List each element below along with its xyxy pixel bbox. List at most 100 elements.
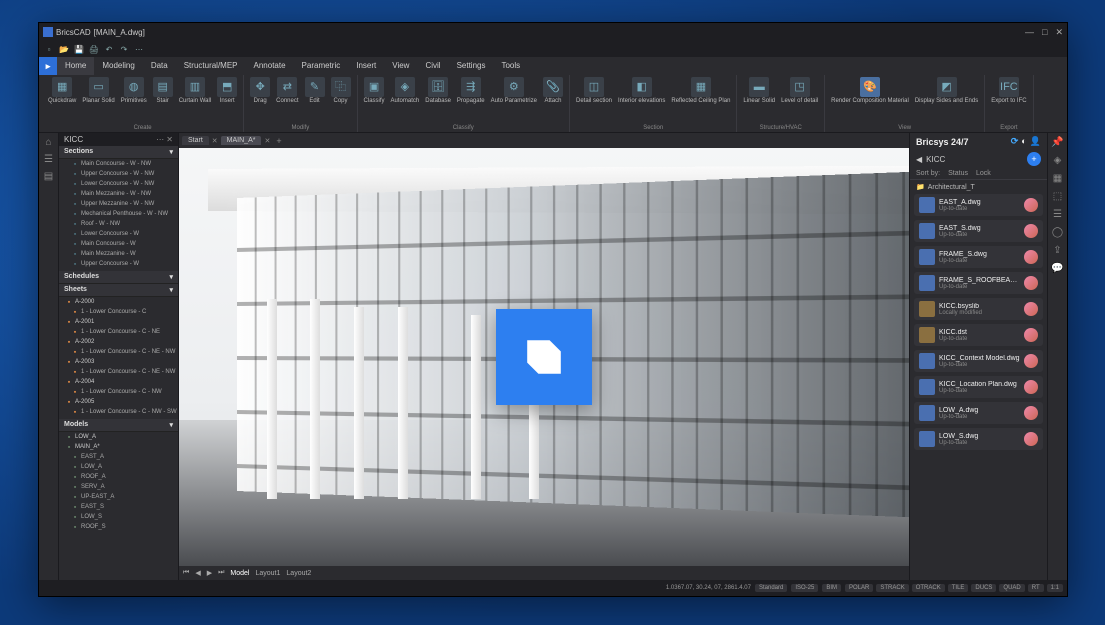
bulb-icon[interactable]: ◐: [1021, 136, 1026, 147]
ribbon-database[interactable]: 🗄Database: [423, 76, 453, 105]
toggle-polar[interactable]: POLAR: [845, 584, 873, 592]
rail-chat-icon[interactable]: 💬: [1051, 263, 1063, 274]
layout-tab-1[interactable]: Layout1: [255, 570, 280, 577]
ribbon-quickdraw[interactable]: ▦Quickdraw: [46, 76, 78, 105]
tree-item[interactable]: ▪A-2003: [59, 358, 178, 368]
rail-globe-icon[interactable]: ◯: [1052, 227, 1063, 238]
qat-undo-icon[interactable]: ↶: [103, 43, 115, 55]
menu-home[interactable]: Home: [57, 57, 94, 75]
tree-item[interactable]: ▪1 - Lower Concourse - C - NE - NW: [59, 348, 178, 358]
file-row[interactable]: KICC.dstUp-to-date: [914, 324, 1043, 346]
maximize-button[interactable]: □: [1042, 27, 1047, 38]
file-row[interactable]: LOW_S.dwgUp-to-date: [914, 428, 1043, 450]
ribbon-drag[interactable]: ✥Drag: [248, 76, 272, 105]
ribbon-auto-parametrize[interactable]: ⚙Auto Parametrize: [489, 76, 539, 105]
tree-item[interactable]: ▪A-2002: [59, 338, 178, 348]
qat-print-icon[interactable]: 🖨: [88, 43, 100, 55]
layers-icon[interactable]: ☰: [44, 154, 53, 165]
status-standard[interactable]: Standard: [755, 584, 787, 592]
ribbon-curtain-wall[interactable]: ▥Curtain Wall: [177, 76, 213, 105]
tree-item[interactable]: ▫Lower Concourse - W - NW: [59, 180, 178, 190]
app-logo-icon[interactable]: ▸: [39, 57, 57, 75]
tree-item[interactable]: ▪A-2004: [59, 378, 178, 388]
schedules-header[interactable]: Schedules▾: [59, 271, 178, 284]
toggle-rt[interactable]: RT: [1028, 584, 1044, 592]
tab-nav-last-icon[interactable]: ⏭: [218, 569, 224, 577]
models-header[interactable]: Models▾: [59, 419, 178, 432]
menu-modeling[interactable]: Modeling: [94, 57, 142, 75]
back-icon[interactable]: ◀: [916, 155, 922, 164]
sort-status[interactable]: Status: [948, 170, 968, 177]
tab-close-icon[interactable]: ✕: [264, 137, 270, 145]
menu-parametric[interactable]: Parametric: [294, 57, 349, 75]
file-row[interactable]: EAST_S.dwgUp-to-date: [914, 220, 1043, 242]
ribbon-level-of-detail[interactable]: ◳Level of detail: [779, 76, 820, 105]
tree-item[interactable]: ▫Main Concourse - W: [59, 240, 178, 250]
tree-item[interactable]: ▫Mechanical Penthouse - W - NW: [59, 210, 178, 220]
file-row[interactable]: FRAME_S.dwgUp-to-date: [914, 246, 1043, 268]
sort-lock[interactable]: Lock: [976, 170, 991, 177]
tree-item[interactable]: ▫Upper Mezzanine - W - NW: [59, 200, 178, 210]
menu-settings[interactable]: Settings: [449, 57, 494, 75]
tree-item[interactable]: ▫SERV_A: [59, 483, 178, 493]
tree-item[interactable]: ▫ROOF_A: [59, 473, 178, 483]
tree-item[interactable]: ▫Upper Concourse - W - NW: [59, 170, 178, 180]
panel-menu-icon[interactable]: ⋯ ✕: [156, 135, 173, 144]
folder-row[interactable]: 📁 Architectural_T: [910, 180, 1047, 194]
ribbon-insert[interactable]: ⬒Insert: [215, 76, 239, 105]
tab-nav-next-icon[interactable]: ▶: [207, 569, 212, 577]
status-bim[interactable]: BIM: [822, 584, 841, 592]
tree-item[interactable]: ▪A-2000: [59, 298, 178, 308]
tab-close-icon[interactable]: ✕: [212, 137, 218, 145]
toggle-otrack[interactable]: OTRACK: [912, 584, 945, 592]
tree-item[interactable]: ▫Upper Concourse - W: [59, 260, 178, 270]
tree-item[interactable]: ▫UP-EAST_A: [59, 493, 178, 503]
tree-item[interactable]: ▫Main Mezzanine - W: [59, 250, 178, 260]
add-button[interactable]: +: [1027, 152, 1041, 166]
tab-nav-first-icon[interactable]: ⏮: [183, 569, 189, 577]
ribbon-detail-section[interactable]: ◫Detail section: [574, 76, 614, 105]
qat-save-icon[interactable]: 💾: [73, 43, 85, 55]
rail-cube-icon[interactable]: ⬚: [1053, 191, 1062, 202]
properties-icon[interactable]: ▤: [44, 171, 53, 182]
menu-view[interactable]: View: [384, 57, 417, 75]
layout-tab-model[interactable]: Model: [230, 570, 249, 577]
ribbon-reflected-ceiling-plan[interactable]: ▦Reflected Ceiling Plan: [669, 76, 732, 105]
ribbon-primitives[interactable]: ◍Primitives: [119, 76, 149, 105]
layout-tab-2[interactable]: Layout2: [286, 570, 311, 577]
rail-layers-icon[interactable]: ☰: [1053, 209, 1062, 220]
tab-add-icon[interactable]: +: [273, 136, 284, 146]
tree-item[interactable]: ▫LOW_A: [59, 463, 178, 473]
sync-icon[interactable]: ⟳: [1011, 136, 1019, 147]
tree-item[interactable]: ▪1 - Lower Concourse - C - NW - SW: [59, 408, 178, 418]
file-row[interactable]: KICC.bsyslibLocally modified: [914, 298, 1043, 320]
tree-item[interactable]: ▫Main Mezzanine - W - NW: [59, 190, 178, 200]
ribbon-render-composition-material[interactable]: 🎨Render Composition Material: [829, 76, 911, 105]
qat-more-icon[interactable]: ⋯: [133, 43, 145, 55]
ribbon-edit[interactable]: ✎Edit: [303, 76, 327, 105]
toggle-quad[interactable]: QUAD: [999, 584, 1024, 592]
tree-item[interactable]: ▫Lower Concourse - W: [59, 230, 178, 240]
tree-item[interactable]: ▪1 - Lower Concourse - C - NE - NW: [59, 368, 178, 378]
sections-header[interactable]: Sections▾: [59, 146, 178, 159]
menu-civil[interactable]: Civil: [417, 57, 448, 75]
ribbon-copy[interactable]: ⿻Copy: [329, 76, 353, 105]
tab-nav-prev-icon[interactable]: ◀: [195, 569, 200, 577]
ribbon-stair[interactable]: ▤Stair: [151, 76, 175, 105]
tree-item[interactable]: ▫LOW_A: [59, 433, 178, 443]
user-icon[interactable]: 👤: [1030, 136, 1041, 147]
ribbon-display-sides-and-ends[interactable]: ◩Display Sides and Ends: [913, 76, 980, 105]
menu-data[interactable]: Data: [143, 57, 176, 75]
tree-item[interactable]: ▪1 - Lower Concourse - C - NW: [59, 388, 178, 398]
file-row[interactable]: KICC_Context Model.dwgUp-to-date: [914, 350, 1043, 372]
toggle-1:1[interactable]: 1:1: [1047, 584, 1063, 592]
qat-new-icon[interactable]: ▫: [43, 43, 55, 55]
tab-main-a[interactable]: MAIN_A*: [221, 136, 262, 145]
toggle-strack[interactable]: STRACK: [876, 584, 908, 592]
rail-pin-icon[interactable]: 📌: [1051, 137, 1063, 148]
menu-annotate[interactable]: Annotate: [246, 57, 294, 75]
3d-viewport[interactable]: [179, 148, 909, 566]
tree-item[interactable]: ▫Roof - W - NW: [59, 220, 178, 230]
tree-item[interactable]: ▫LOW_S: [59, 513, 178, 523]
file-row[interactable]: LOW_A.dwgUp-to-date: [914, 402, 1043, 424]
